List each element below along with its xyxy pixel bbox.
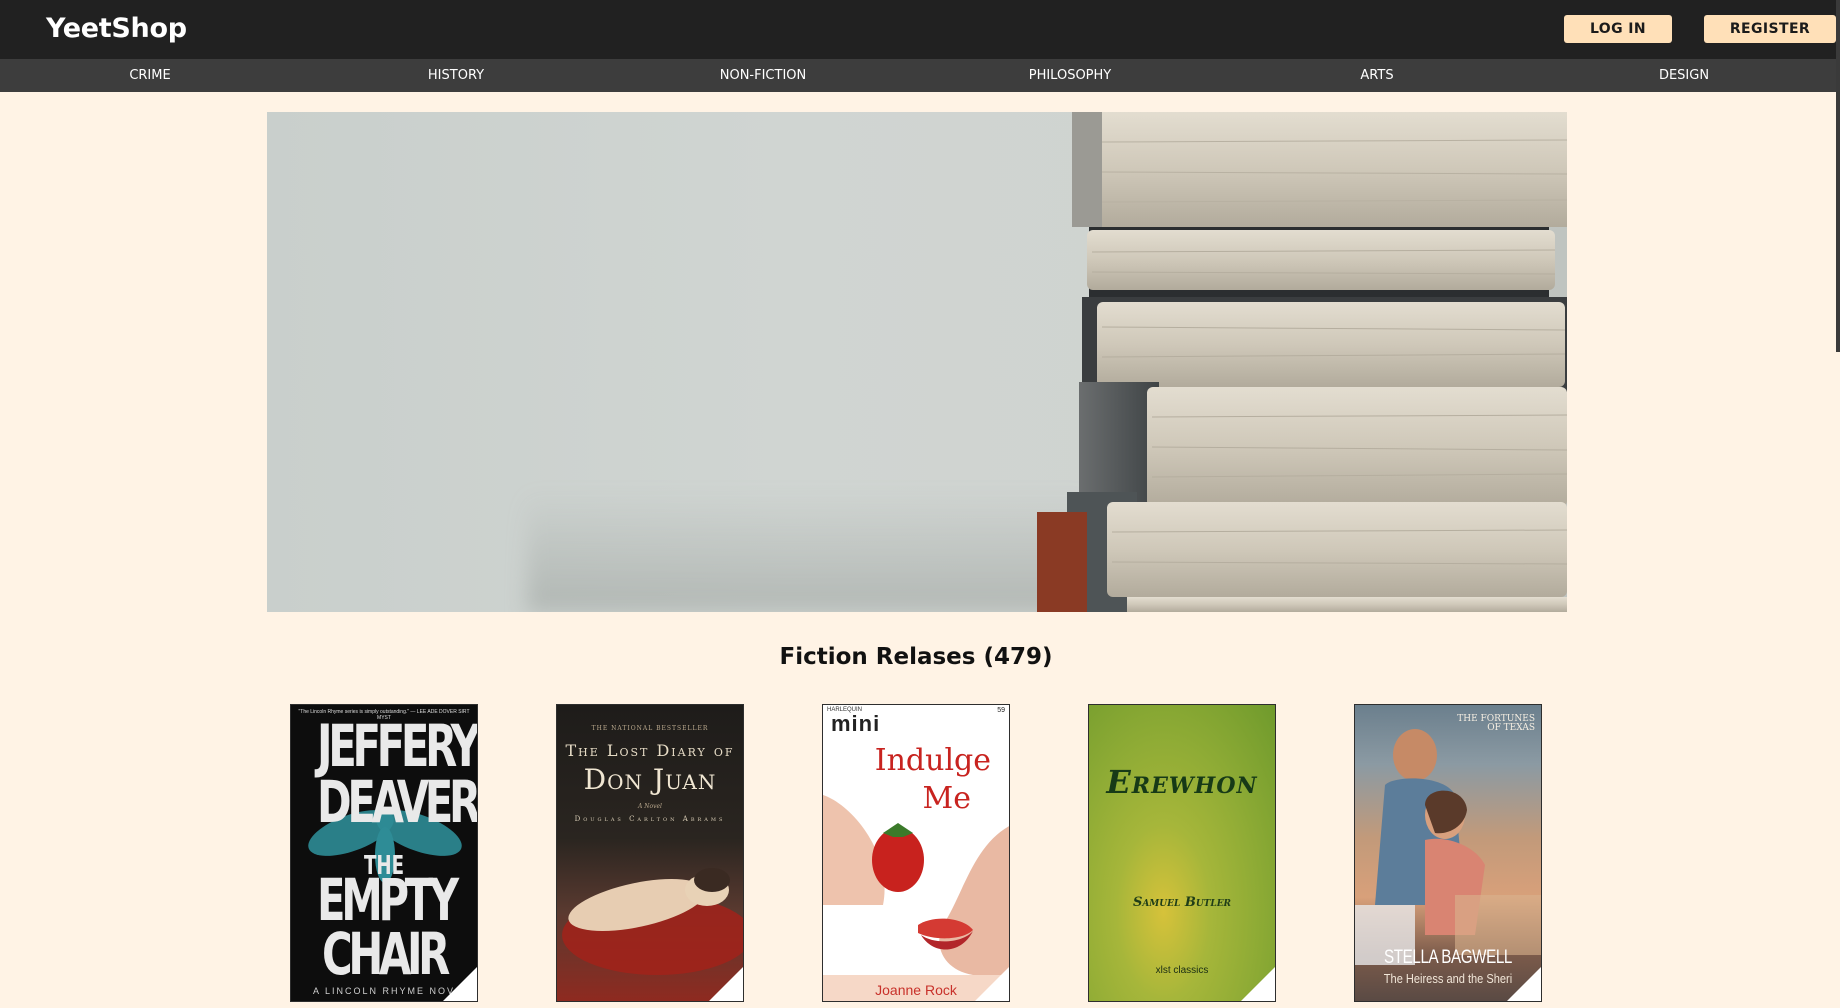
book-subtitle: A Novel: [638, 803, 662, 810]
book-author-first: JEFFERY: [317, 712, 477, 780]
window-scrollbar[interactable]: [1836, 0, 1840, 352]
category-nav: CRIME HISTORY NON-FICTION PHILOSOPHY ART…: [0, 59, 1836, 92]
book-title-line-2: Me: [922, 781, 971, 816]
book-top-note: THE NATIONAL BESTSELLER: [591, 725, 709, 732]
book-title-word-2: EMPTY: [317, 866, 459, 934]
nav-item-non-fiction[interactable]: NON-FICTION: [663, 59, 863, 92]
hero-banner-image: [267, 112, 1567, 612]
book-number: 59: [997, 707, 1005, 714]
nav-item-history[interactable]: HISTORY: [356, 59, 556, 92]
book-series: THE FORTUNES OF TEXAS: [1457, 714, 1535, 733]
book-author: STELLA BAGWELL: [1384, 947, 1512, 968]
section-title: Fiction Relases (479): [779, 644, 1053, 670]
book-card-indulge-me[interactable]: HARLEQUIN mini 59 Indulge Me Joanne Rock: [822, 704, 1010, 1002]
book-card-empty-chair[interactable]: "The Lincoln Rhyme series is simply outs…: [290, 704, 478, 1002]
book-card-lost-diary-don-juan[interactable]: THE NATIONAL BESTSELLER The Lost Diary o…: [556, 704, 744, 1002]
book-author: Douglas Carlton Abrams: [574, 815, 726, 823]
page-curl-icon: [443, 967, 477, 1001]
register-button[interactable]: REGISTER: [1704, 15, 1836, 43]
book-title-line-1: Indulge: [874, 743, 991, 778]
nav-item-philosophy[interactable]: PHILOSOPHY: [970, 59, 1170, 92]
book-card-erewhon[interactable]: Erewhon Samuel Butler xlst classics: [1088, 704, 1276, 1002]
nav-item-arts[interactable]: ARTS: [1277, 59, 1477, 92]
book-series: mini: [831, 711, 881, 736]
page-curl-icon: [1241, 967, 1275, 1001]
page-curl-icon: [975, 967, 1009, 1001]
book-author-last: DEAVER: [317, 768, 477, 836]
book-title-line-2: Don Juan: [583, 763, 717, 796]
book-title: Erewhon: [1106, 763, 1258, 801]
login-button[interactable]: LOG IN: [1564, 15, 1672, 43]
book-stack-illustration: [1037, 112, 1567, 612]
nav-item-crime[interactable]: CRIME: [50, 59, 250, 92]
nav-item-design[interactable]: DESIGN: [1584, 59, 1784, 92]
top-bar: YeetShop LOG IN REGISTER: [0, 0, 1836, 59]
book-title-word-3: CHAIR: [321, 920, 450, 988]
book-title: The Heiress and the Sheri: [1383, 971, 1513, 986]
book-author: Samuel Butler: [1132, 895, 1232, 910]
book-card-heiress-sheriff[interactable]: THE FORTUNES OF TEXAS STELLA BAGWELL The…: [1354, 704, 1542, 1002]
site-logo[interactable]: YeetShop: [46, 13, 187, 44]
book-title-line-1: The Lost Diary of: [565, 741, 735, 760]
page-curl-icon: [709, 967, 743, 1001]
page-curl-icon: [1507, 967, 1541, 1001]
